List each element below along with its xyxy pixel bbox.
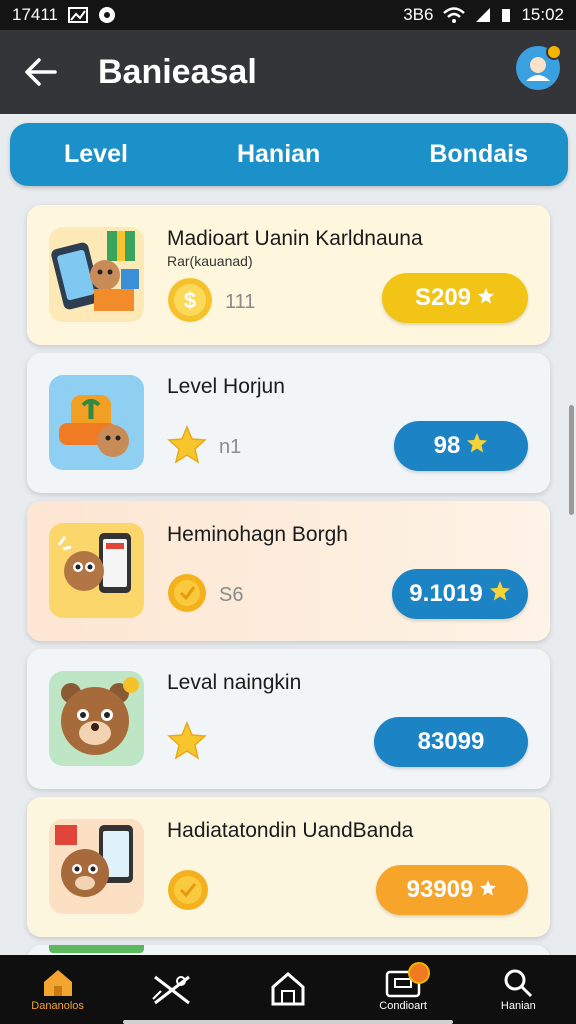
item-title: Level Horjun [167,375,285,398]
nav-tools[interactable] [128,971,218,1009]
item-meta [167,721,207,766]
item-meta: S6 [167,573,243,618]
signal-icon [475,7,491,23]
price-button[interactable]: 98 [394,421,528,471]
item-list: Madioart Uanin Karldnauna Rar(kauanad) $… [27,205,550,1005]
svg-text:$: $ [184,288,196,313]
list-item[interactable]: Hadiatatondin UandBanda 93909 [27,797,550,937]
battery-icon [501,7,511,23]
status-right: 3B6 15:02 [403,5,564,25]
coin-icon [167,573,207,618]
settings-icon [98,6,116,24]
nav-home[interactable]: Dananolos [13,968,103,1012]
back-button[interactable] [18,50,62,94]
nav-search[interactable]: Hanian [473,968,563,1012]
price-label: 9.1019 [409,580,483,607]
scrollbar[interactable] [569,405,574,515]
bear-tablet-icon [49,819,144,914]
item-meta-value: n1 [219,436,242,458]
nav-label: Hanian [500,999,536,1012]
item-title: Hadiatatondin UandBanda [167,819,414,842]
item-title: Leval naingkin [167,671,302,694]
notification-badge [546,44,562,60]
nav-wallet[interactable]: Condioart [358,961,448,1012]
star-icon [466,432,488,461]
item-title: Heminohagn Borgh [167,523,348,546]
house-outline-icon [271,971,305,1005]
list-item[interactable]: Heminohagn Borgh S6 9.1019 [27,501,550,641]
status-network-text: 3B6 [403,5,434,24]
backpack-icon [49,375,144,470]
status-time: 17411 [12,5,59,24]
item-subtitle: Rar(kauanad) [167,253,253,269]
price-label: 83099 [417,728,485,755]
tools-icon [152,975,190,1004]
home-indicator [123,1020,453,1024]
price-button[interactable]: 93909 [376,865,528,915]
item-title: Madioart Uanin Karldnauna [167,227,423,250]
item-meta [167,869,209,916]
price-label: S209 [414,284,472,311]
item-meta: n1 [167,425,241,470]
item-meta-value: 111 [225,291,256,313]
back-arrow-icon [25,58,57,86]
otter-phone-icon [49,523,144,618]
app-bar: Banieasal [0,30,576,114]
home-icon [43,969,72,996]
bear-icon [49,671,144,766]
price-button[interactable]: S209 [382,273,528,323]
list-item[interactable]: Level Horjun n1 98 [27,353,550,493]
coin-icon [167,869,209,916]
price-label: 98 [433,432,461,459]
star-icon [477,284,495,312]
list-item[interactable]: Madioart Uanin Karldnauna Rar(kauanad) $… [27,205,550,345]
star-icon [489,580,511,609]
tab-bar: Level Hanian Bondais [10,123,568,186]
price-button[interactable]: 83099 [374,717,528,767]
status-left: 17411 [12,5,116,25]
tab-level[interactable]: Level [64,140,128,169]
gallery-icon [68,7,89,23]
item-meta: $ 111 [167,277,255,328]
status-bar: 17411 3B6 15:02 [0,0,576,30]
thumb-partial [49,945,144,953]
tab-hanian[interactable]: Hanian [237,140,320,169]
price-button[interactable]: 9.1019 [392,569,528,619]
status-clock: 15:02 [521,5,564,24]
search-icon [504,969,533,997]
list-item[interactable]: Leval naingkin 83099 [27,649,550,789]
phone-gift-icon [49,227,144,322]
star-icon [167,425,207,470]
coin-icon: $ [167,277,213,328]
nav-label: Dananolos [31,999,84,1012]
wifi-icon [443,7,466,23]
item-meta-value: S6 [219,584,244,606]
nav-label: Condioart [379,999,427,1012]
star-icon [479,876,497,904]
price-label: 93909 [406,876,474,903]
nav-house[interactable] [243,971,333,1009]
page-title: Banieasal [98,52,257,91]
tab-bondais[interactable]: Bondais [429,140,528,169]
star-icon [167,721,207,766]
wallet-badge [408,961,431,984]
bottom-nav: Dananolos Condioart Hanian [0,955,576,1024]
